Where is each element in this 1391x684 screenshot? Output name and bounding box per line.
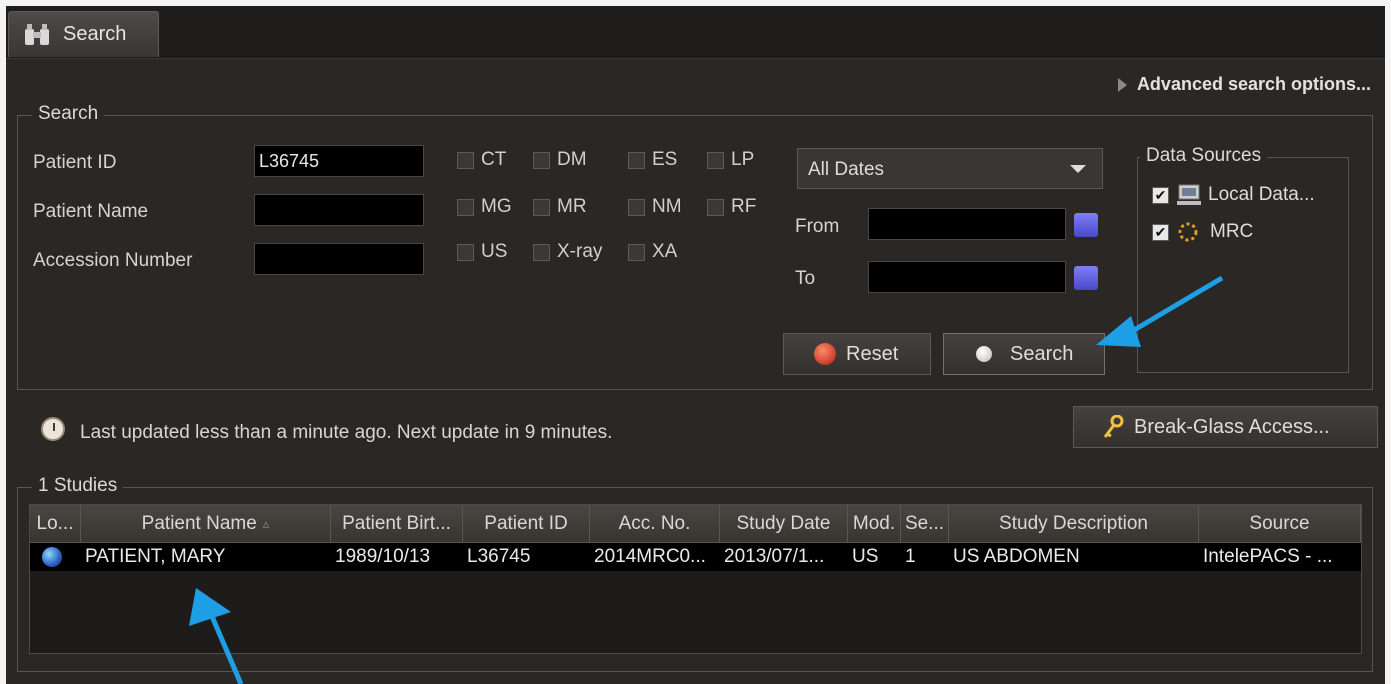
annotation-arrow-search (1122, 275, 1224, 339)
search-window: Search Advanced search options... Search… (6, 6, 1385, 684)
annotation-arrowhead (189, 588, 231, 626)
annotation-arrows (189, 275, 1224, 684)
annotation-arrowhead (1096, 316, 1141, 347)
annotation-arrow-row (208, 613, 244, 684)
